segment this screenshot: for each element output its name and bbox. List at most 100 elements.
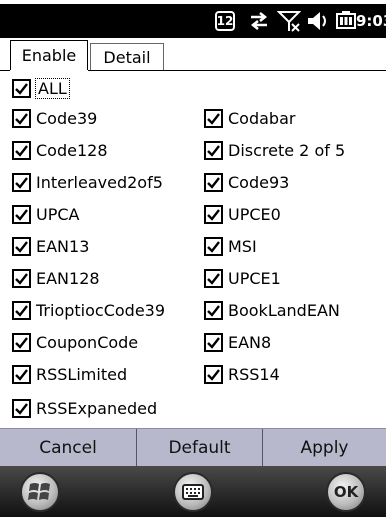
tab-divider xyxy=(0,70,10,71)
checkbox-box[interactable] xyxy=(204,236,223,256)
checkmark-icon xyxy=(15,112,28,125)
checkbox-label: EAN128 xyxy=(36,268,100,288)
checkbox-upca[interactable]: UPCA xyxy=(12,202,79,226)
checkbox-code93[interactable]: Code93 xyxy=(204,170,289,194)
checkbox-box[interactable] xyxy=(12,300,31,320)
checkbox-label: EAN13 xyxy=(36,236,90,256)
checkmark-icon xyxy=(15,240,28,253)
checkmark-icon xyxy=(15,272,28,285)
checkmark-icon xyxy=(15,336,28,349)
checkbox-box[interactable] xyxy=(204,300,223,320)
checkbox-discrete-2-of-5[interactable]: Discrete 2 of 5 xyxy=(204,138,345,162)
checkbox-label: Interleaved2of5 xyxy=(36,172,163,192)
checkbox-box[interactable] xyxy=(204,172,223,192)
checkbox-box[interactable] xyxy=(12,172,31,192)
checkbox-label: Code128 xyxy=(36,140,108,160)
checkbox-couponcode[interactable]: CouponCode xyxy=(12,330,138,354)
checkbox-box[interactable] xyxy=(204,204,223,224)
notification-count-icon[interactable]: 12 xyxy=(214,9,236,33)
checkbox-interleaved2of5[interactable]: Interleaved2of5 xyxy=(12,170,163,194)
checkbox-all[interactable]: ALL xyxy=(12,76,70,100)
checkmark-icon xyxy=(207,272,220,285)
checkbox-box[interactable] xyxy=(12,364,31,384)
action-bar: Cancel Default Apply xyxy=(0,428,386,467)
cancel-button[interactable]: Cancel xyxy=(0,429,136,467)
checkbox-box[interactable] xyxy=(12,398,31,418)
checkmark-icon xyxy=(15,82,28,95)
checkbox-box[interactable] xyxy=(12,236,31,256)
checkmark-icon xyxy=(207,176,220,189)
checkbox-box[interactable] xyxy=(12,140,31,160)
checkbox-box[interactable] xyxy=(12,78,31,98)
checkmark-icon xyxy=(15,208,28,221)
checkmark-icon xyxy=(207,240,220,253)
checkbox-label: MSI xyxy=(228,236,257,256)
signal-off-icon[interactable] xyxy=(276,9,302,33)
checkbox-ean128[interactable]: EAN128 xyxy=(12,266,100,290)
checkbox-box[interactable] xyxy=(204,332,223,352)
checkmark-icon xyxy=(207,336,220,349)
checkmark-icon xyxy=(207,208,220,221)
checkbox-label: RSSExpaneded xyxy=(36,398,158,418)
checkmark-icon xyxy=(207,112,220,125)
checkmark-icon xyxy=(15,368,28,381)
notification-count: 12 xyxy=(215,11,235,31)
checkbox-codabar[interactable]: Codabar xyxy=(204,106,295,130)
checkbox-label: Code39 xyxy=(36,108,98,128)
checkbox-box[interactable] xyxy=(204,108,223,128)
ok-button[interactable]: OK xyxy=(326,472,366,512)
keyboard-icon[interactable] xyxy=(173,472,213,512)
windows-start-icon[interactable] xyxy=(20,472,60,512)
checkbox-label: Discrete 2 of 5 xyxy=(228,140,346,160)
checkbox-label: UPCE0 xyxy=(228,204,281,224)
status-bar: 12 9:03 xyxy=(0,4,386,38)
checkmark-icon xyxy=(15,144,28,157)
checkbox-upce1[interactable]: UPCE1 xyxy=(204,266,281,290)
checkbox-rsslimited[interactable]: RSSLimited xyxy=(12,362,127,386)
checkbox-label: RSS14 xyxy=(228,364,280,384)
checkbox-rss14[interactable]: RSS14 xyxy=(204,362,280,386)
checkbox-box[interactable] xyxy=(12,108,31,128)
checkbox-box[interactable] xyxy=(204,268,223,288)
checkbox-label: BookLandEAN xyxy=(228,300,340,320)
clock[interactable]: 9:03 xyxy=(356,12,386,30)
checkmark-icon xyxy=(15,304,28,317)
softkey-bar: OK xyxy=(0,466,386,517)
checkbox-label: TrioptiocCode39 xyxy=(36,300,166,320)
checkbox-label: UPCA xyxy=(36,204,80,224)
checkbox-box[interactable] xyxy=(12,204,31,224)
apply-button[interactable]: Apply xyxy=(263,429,386,467)
checkbox-upce0[interactable]: UPCE0 xyxy=(204,202,281,226)
checkbox-label: EAN8 xyxy=(228,332,272,352)
checkbox-ean8[interactable]: EAN8 xyxy=(204,330,271,354)
checkbox-box[interactable] xyxy=(12,268,31,288)
sync-arrows-icon[interactable] xyxy=(246,9,272,33)
checkbox-label: UPCE1 xyxy=(228,268,281,288)
checkmark-icon xyxy=(15,402,28,415)
checkbox-rssexpaneded[interactable]: RSSExpaneded xyxy=(12,396,157,420)
checkbox-box[interactable] xyxy=(204,364,223,384)
checkbox-label: CouponCode xyxy=(36,332,139,352)
checkbox-label: Codabar xyxy=(228,108,296,128)
checkbox-booklandean[interactable]: BookLandEAN xyxy=(204,298,340,322)
checkbox-trioptioccode39[interactable]: TrioptiocCode39 xyxy=(12,298,165,322)
checkbox-code39[interactable]: Code39 xyxy=(12,106,97,130)
checkbox-label: ALL xyxy=(35,77,70,99)
checkbox-box[interactable] xyxy=(12,332,31,352)
checkbox-code128[interactable]: Code128 xyxy=(12,138,108,162)
checkmark-icon xyxy=(207,144,220,157)
tab-enable[interactable]: Enable xyxy=(10,40,88,70)
tab-detail[interactable]: Detail xyxy=(90,43,164,70)
checkbox-msi[interactable]: MSI xyxy=(204,234,257,258)
tab-divider xyxy=(88,70,386,71)
battery-icon[interactable] xyxy=(336,9,356,33)
checkmark-icon xyxy=(15,176,28,189)
default-button[interactable]: Default xyxy=(137,429,262,467)
checkbox-box[interactable] xyxy=(204,140,223,160)
volume-icon[interactable] xyxy=(305,9,331,33)
checkbox-label: Code93 xyxy=(228,172,290,192)
checkmark-icon xyxy=(207,304,220,317)
checkbox-ean13[interactable]: EAN13 xyxy=(12,234,89,258)
checkbox-label: RSSLimited xyxy=(36,364,128,384)
checkmark-icon xyxy=(207,368,220,381)
